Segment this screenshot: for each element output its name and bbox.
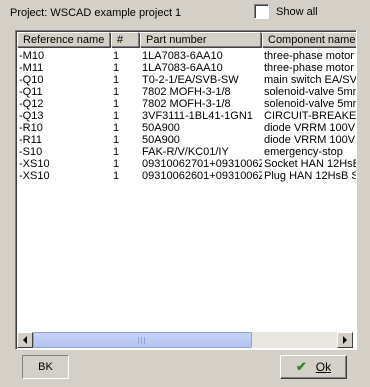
project-label: Project: WSCAD example project 1 [10, 7, 182, 19]
show-all-toggle[interactable]: Show all [254, 4, 318, 19]
cell-part-number: 7802 MOFH-3-1/8 [142, 86, 231, 98]
cell-reference-name: -S10 [19, 146, 43, 158]
cell-count: 1 [113, 122, 120, 134]
ok-label: Ok [315, 360, 332, 374]
table-row[interactable]: -XS10 1 09310062701+0931006Z Socket HAN 12H… [17, 158, 357, 170]
cell-count: 1 [113, 134, 120, 146]
table-row[interactable]: -R11 1 50A900 diode VRRM 100V [17, 134, 356, 146]
cell-reference-name: -XS10 [19, 158, 50, 170]
cell-part-number: 7802 MOFH-3-1/8 [142, 98, 231, 110]
table-row[interactable]: -Q13 1 3VF3111-1BL41-1GN1 CIRCUIT-BREAKE [17, 110, 357, 122]
cell-count: 1 [113, 146, 120, 158]
column-header-count[interactable]: # [111, 32, 139, 47]
check-icon: ✔ [295, 359, 307, 374]
cell-reference-name: -M11 [19, 62, 44, 74]
cell-reference-name: -R10 [19, 122, 43, 134]
table-row[interactable]: -M11 1 1LA7083-6AA10 three-phase motor 5 [17, 62, 357, 74]
bk-label: BK [38, 361, 53, 373]
grip-icon [138, 337, 147, 344]
cell-part-number: T0-2-1/EA/SVB-SW [142, 74, 239, 86]
cell-reference-name: -Q11 [19, 86, 43, 98]
show-all-checkbox[interactable] [254, 4, 269, 19]
arrow-right-icon [343, 336, 347, 344]
scrollbar-track[interactable] [33, 332, 337, 348]
table-row[interactable]: -Q11 1 7802 MOFH-3-1/8 solenoid-valve 5mm [17, 86, 357, 98]
cell-component-name: Socket HAN 12HsB [264, 158, 357, 170]
table-row[interactable]: -Q10 1 T0-2-1/EA/SVB-SW main switch EA/SV [17, 74, 357, 86]
table-row[interactable]: -R10 1 50A900 diode VRRM 100V [17, 122, 356, 134]
cell-reference-name: -R11 [19, 134, 43, 146]
ok-button[interactable]: ✔ Ok [280, 355, 347, 379]
cell-part-number: FAK-R/V/KC01/IY [142, 146, 229, 158]
table-row[interactable]: -Q12 1 7802 MOFH-3-1/8 solenoid-valve 5mm [17, 98, 357, 110]
show-all-label: Show all [276, 5, 318, 18]
cell-count: 1 [113, 98, 120, 110]
cell-component-name: three-phase motor 5 [264, 62, 357, 74]
cell-part-number: 09310062601+0931006Z [142, 170, 262, 182]
column-header-component-name[interactable]: Component name [262, 32, 356, 47]
cell-count: 1 [113, 62, 120, 74]
cell-reference-name: -Q10 [19, 74, 44, 86]
cell-part-number: 50A900 [142, 134, 180, 146]
list-header: Reference name # Part number Component n… [17, 32, 356, 49]
parts-list[interactable]: Reference name # Part number Component n… [15, 30, 357, 350]
cell-component-name: three-phase motor 5 [264, 50, 357, 62]
cell-part-number: 3VF3111-1BL41-1GN1 [142, 110, 253, 122]
cell-component-name: solenoid-valve 5mm [264, 98, 357, 110]
cell-count: 1 [113, 74, 120, 86]
cell-reference-name: -Q12 [19, 98, 44, 110]
horizontal-scrollbar[interactable] [17, 332, 353, 348]
arrow-left-icon [23, 336, 27, 344]
bk-field: BK [22, 355, 69, 379]
cell-count: 1 [113, 170, 120, 182]
cell-part-number: 1LA7083-6AA10 [142, 50, 223, 62]
cell-count: 1 [113, 110, 120, 122]
list-rows: -M10 1 1LA7083-6AA10 three-phase motor 5 -M1… [17, 50, 357, 182]
scroll-right-button[interactable] [337, 332, 353, 348]
table-row[interactable]: -S10 1 FAK-R/V/KC01/IY emergency-stop [17, 146, 356, 158]
scroll-left-button[interactable] [17, 332, 33, 348]
cell-reference-name: -M10 [19, 50, 45, 62]
cell-part-number: 50A900 [142, 122, 180, 134]
cell-count: 1 [113, 86, 120, 98]
cell-part-number: 1LA7083-6AA10 [142, 62, 223, 74]
cell-component-name: diode VRRM 100V [264, 134, 356, 146]
cell-component-name: Plug HAN 12HsB S [264, 170, 357, 182]
cell-component-name: main switch EA/SV [264, 74, 357, 86]
cell-count: 1 [113, 50, 120, 62]
scrollbar-thumb[interactable] [33, 332, 252, 348]
table-row[interactable]: -M10 1 1LA7083-6AA10 three-phase motor 5 [17, 50, 357, 62]
column-header-part-number[interactable]: Part number [140, 32, 261, 47]
cell-component-name: CIRCUIT-BREAKE [264, 110, 357, 122]
cell-reference-name: -Q13 [19, 110, 44, 122]
cell-reference-name: -XS10 [19, 170, 50, 182]
cell-count: 1 [113, 158, 120, 170]
column-header-reference-name[interactable]: Reference name [17, 32, 110, 47]
cell-component-name: diode VRRM 100V [264, 122, 356, 134]
cell-component-name: emergency-stop [264, 146, 343, 158]
cell-component-name: solenoid-valve 5mm [264, 86, 357, 98]
cell-part-number: 09310062701+0931006Z [142, 158, 262, 170]
table-row[interactable]: -XS10 1 09310062601+0931006Z Plug HAN 12HsB… [17, 170, 357, 182]
